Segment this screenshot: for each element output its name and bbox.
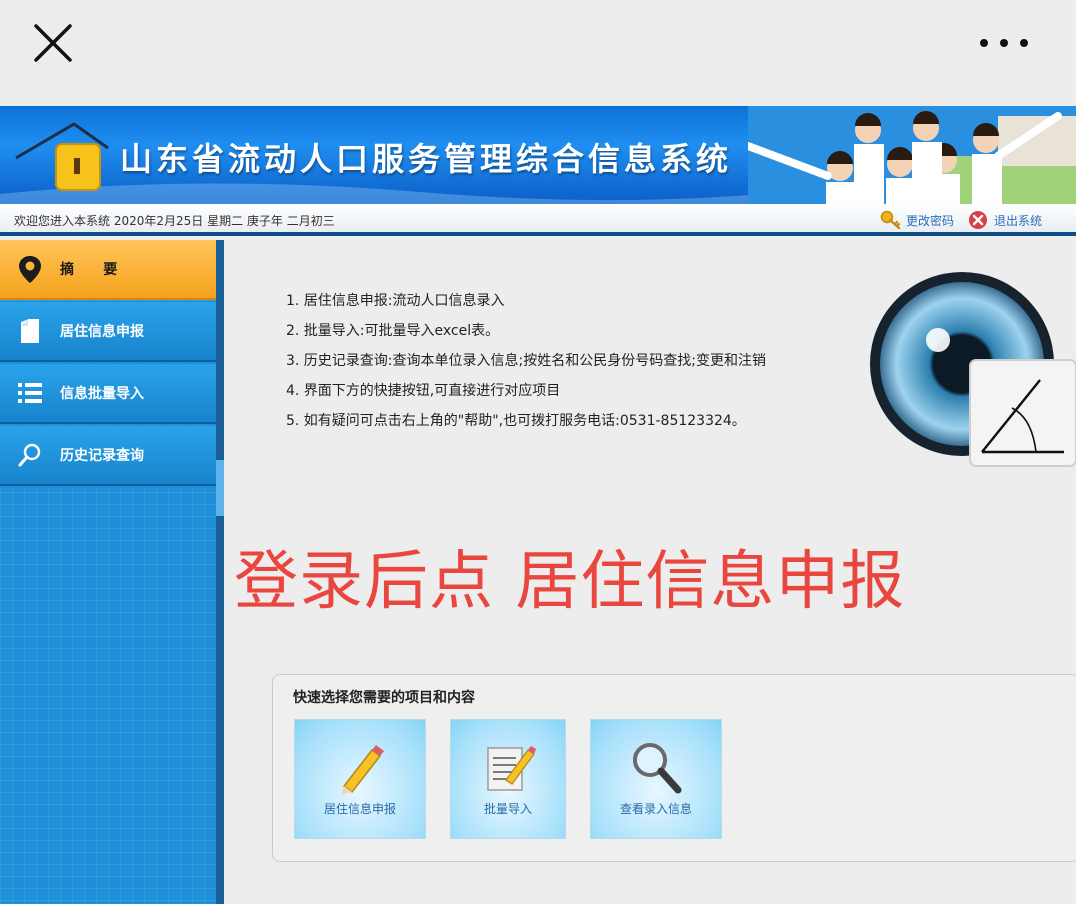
- document-icon: [0, 318, 60, 344]
- key-icon: [880, 210, 901, 230]
- quick-batch-import-button[interactable]: 批量导入: [450, 719, 566, 839]
- house-logo-icon: [15, 122, 109, 191]
- sidebar-item-label: 历史记录查询: [60, 448, 144, 464]
- sidebar: 摘 要 居住信息申报 信息批量导入 历史记录查询: [0, 240, 216, 904]
- login-hint-overlay: 登录后点 居住信息申报: [234, 545, 906, 619]
- welcome-text: 欢迎您进入本系统 2020年2月25日 星期二 庚子年 二月初三: [14, 214, 335, 228]
- sidebar-item-batch-import[interactable]: 信息批量导入: [0, 364, 216, 424]
- mobile-top-bar: [0, 0, 1076, 106]
- change-password-link[interactable]: 更改密码: [880, 209, 954, 231]
- pencil-icon: [341, 745, 384, 795]
- map-pin-icon: [0, 254, 60, 284]
- instruction-item: 2. 批量导入:可批量导入excel表。: [286, 323, 500, 339]
- quick-select-title: 快速选择您需要的项目和内容: [293, 690, 475, 706]
- sidebar-item-summary[interactable]: 摘 要: [0, 240, 216, 300]
- quick-button-label: 查看录入信息: [619, 802, 692, 816]
- logout-icon: [969, 211, 987, 229]
- quick-view-records-button[interactable]: 查看录入信息: [590, 719, 722, 839]
- system-banner: 山东省流动人口服务管理综合信息系统: [0, 106, 1076, 204]
- list-icon: [0, 382, 60, 404]
- search-icon: [0, 443, 60, 467]
- sidebar-item-label: 摘 要: [60, 262, 118, 278]
- sidebar-item-history-query[interactable]: 历史记录查询: [0, 426, 216, 486]
- welcome-bar: 欢迎您进入本系统 2020年2月25日 星期二 庚子年 二月初三 更改密码 退出…: [0, 204, 1076, 236]
- people-group-image: [748, 106, 1076, 204]
- sidebar-collapse-handle[interactable]: [216, 460, 224, 516]
- close-icon[interactable]: [32, 22, 74, 64]
- instruction-list: 1. 居住信息申报:流动人口信息录入 2. 批量导入:可批量导入excel表。 …: [286, 286, 766, 436]
- sidebar-item-residence-report[interactable]: 居住信息申报: [0, 302, 216, 362]
- sidebar-divider: [216, 240, 224, 904]
- quick-residence-report-button[interactable]: 居住信息申报: [294, 719, 426, 839]
- notepad-icon: [487, 746, 536, 791]
- instruction-item: 4. 界面下方的快捷按钮,可直接进行对应项目: [286, 383, 561, 399]
- logout-link[interactable]: 退出系统: [968, 209, 1042, 231]
- quick-button-label: 批量导入: [483, 802, 532, 816]
- change-password-label: 更改密码: [906, 213, 955, 228]
- sidebar-item-label: 居住信息申报: [60, 324, 144, 340]
- system-title: 山东省流动人口服务管理综合信息系统: [120, 140, 733, 178]
- main-content: 1. 居住信息申报:流动人口信息录入 2. 批量导入:可批量导入excel表。 …: [224, 240, 1076, 904]
- magnifier-icon: [633, 743, 682, 794]
- quick-button-label: 居住信息申报: [323, 802, 396, 816]
- eye-graphic-icon: [870, 272, 1076, 467]
- logout-label: 退出系统: [994, 213, 1043, 228]
- more-icon[interactable]: [978, 36, 1030, 50]
- instruction-item: 3. 历史记录查询:查询本单位录入信息;按姓名和公民身份号码查找;变更和注销: [286, 353, 766, 369]
- instruction-item: 5. 如有疑问可点击右上角的"帮助",也可拨打服务电话:0531-8512332…: [286, 413, 746, 429]
- sidebar-item-label: 信息批量导入: [60, 386, 144, 402]
- quick-select-panel: 快速选择您需要的项目和内容 居住信息申报 批量导入 查看录入信息: [272, 674, 1076, 862]
- instruction-item: 1. 居住信息申报:流动人口信息录入: [286, 293, 505, 309]
